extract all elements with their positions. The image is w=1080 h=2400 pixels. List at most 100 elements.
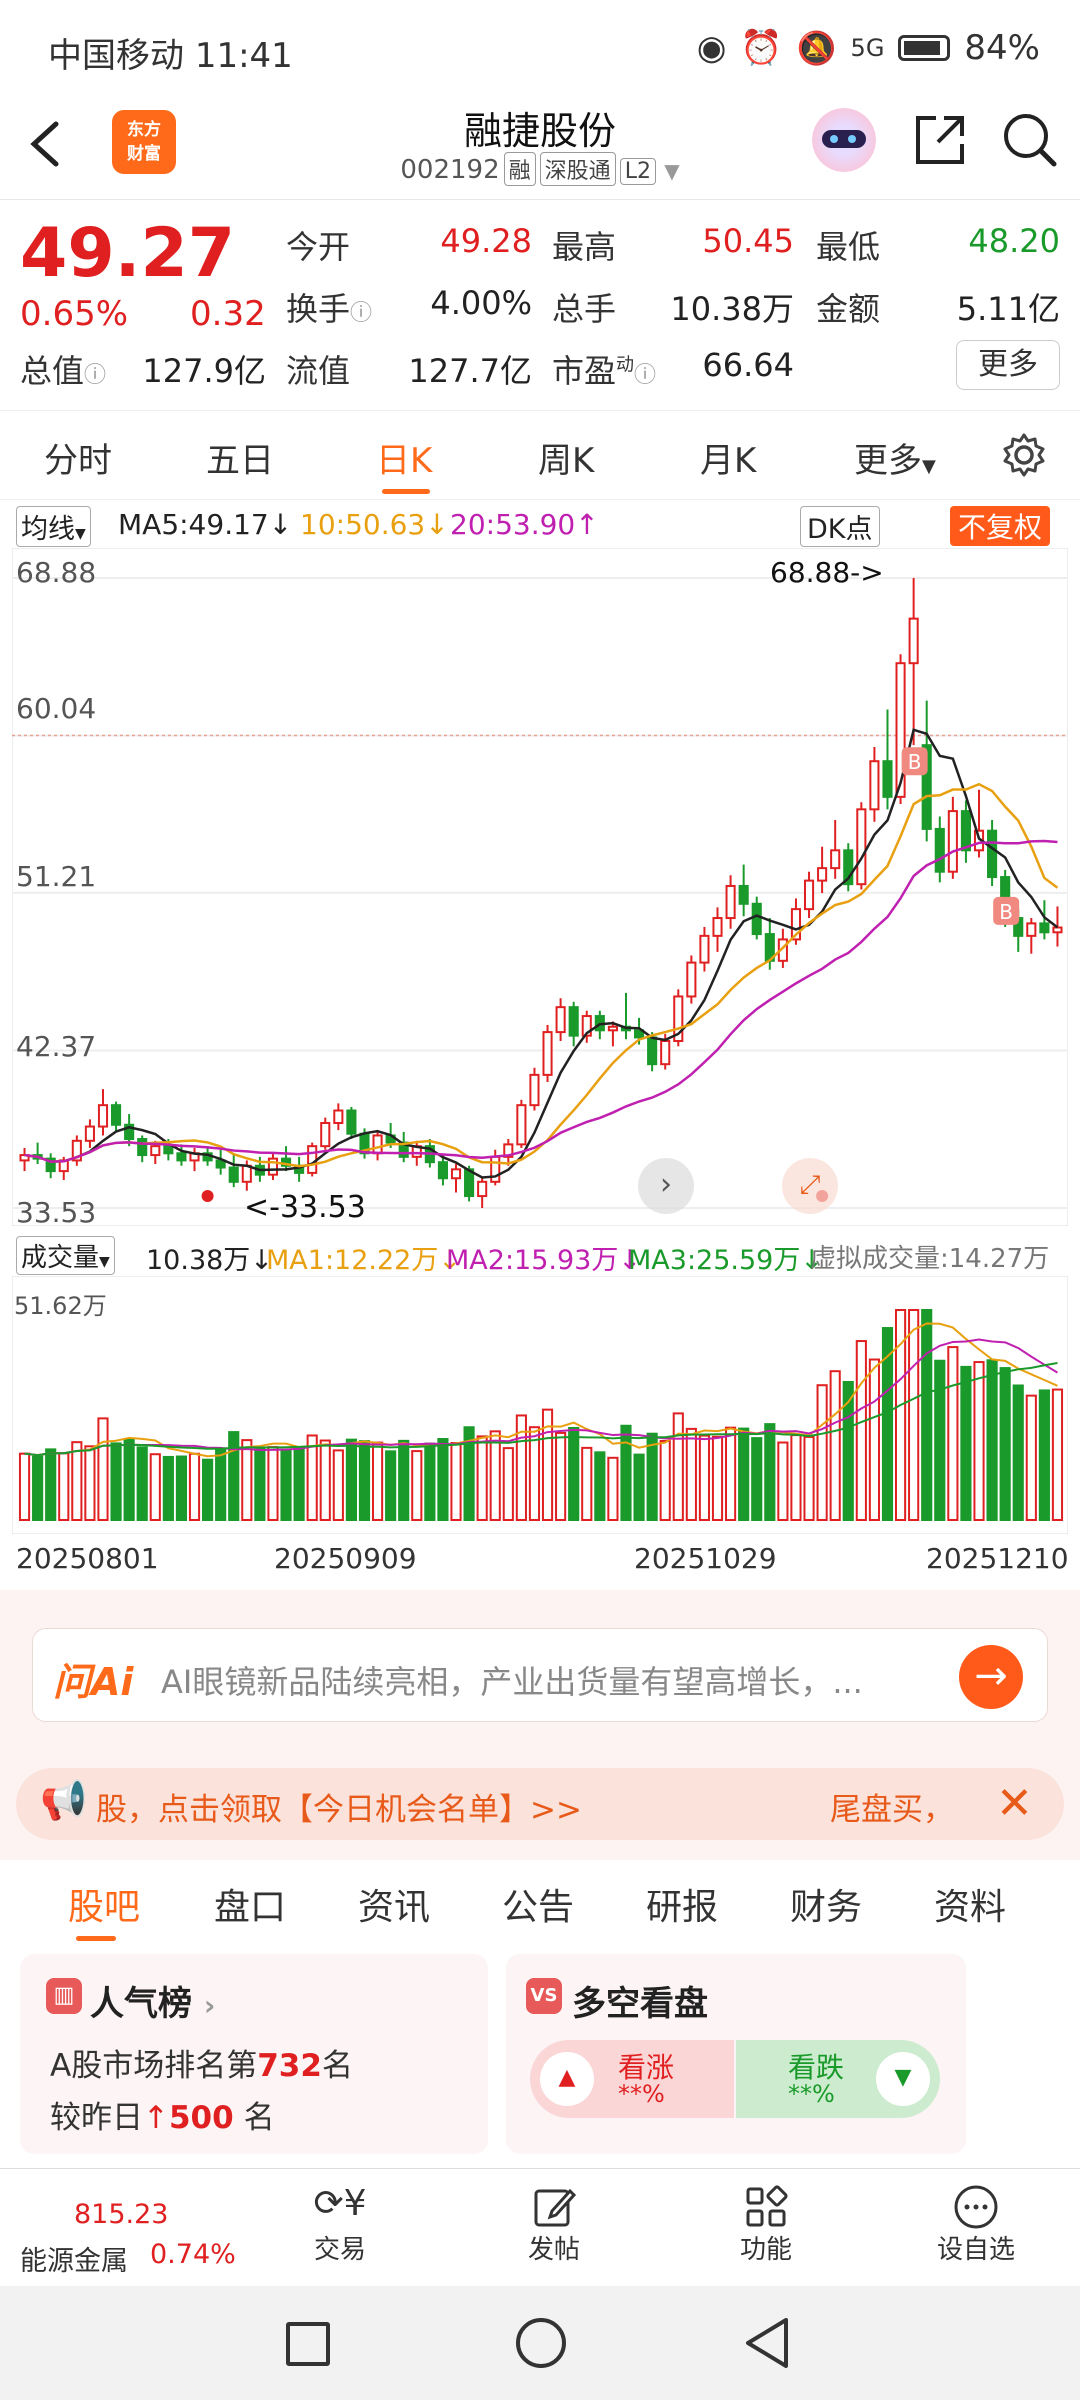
candle-body xyxy=(450,1168,462,1180)
high-value: 50.45 xyxy=(702,222,794,260)
y-label-4: 42.37 xyxy=(16,1030,97,1063)
candle-body xyxy=(751,902,762,936)
expand-icon[interactable]: ⤢ xyxy=(782,1158,838,1214)
amount-label: 金额 xyxy=(816,290,881,328)
candle-body xyxy=(1039,922,1050,934)
tab-research[interactable]: 研报 xyxy=(646,1878,718,1930)
volume-bar xyxy=(633,1453,645,1521)
tab-weekly-k[interactable]: 周K xyxy=(538,433,594,482)
volume-bar xyxy=(568,1426,580,1521)
turnover-label[interactable]: 换手ⓘ xyxy=(286,284,372,330)
bearish-button[interactable]: 看跌 **% ▼ xyxy=(736,2040,940,2118)
candle-body xyxy=(516,1104,527,1146)
date-label: 20250909 xyxy=(274,1542,417,1575)
signal-marker-label: B xyxy=(908,750,922,774)
sector-ticker[interactable]: 815.23 能源金属 0.74% xyxy=(14,2183,236,2279)
tab-news[interactable]: 资讯 xyxy=(358,1878,430,1930)
volume-chart[interactable]: 51.62万 xyxy=(11,1275,1069,1535)
candle-body xyxy=(987,829,998,879)
tab-profile[interactable]: 资料 xyxy=(934,1878,1006,1930)
volume-selector[interactable]: 成交量▼ xyxy=(16,1236,115,1275)
popularity-card[interactable]: ▥ 人气榜 › A股市场排名第732名 较昨日↑500 名 xyxy=(20,1954,488,2154)
share-icon[interactable] xyxy=(908,108,972,172)
volume-bar xyxy=(698,1434,711,1521)
volume-bar xyxy=(228,1431,240,1522)
volume-bar xyxy=(921,1309,933,1521)
tab-intraday[interactable]: 分时 xyxy=(44,433,112,482)
volume-ma2: MA2:15.93万↓ xyxy=(446,1245,641,1276)
ai-logo: 问Ai xyxy=(53,1660,134,1704)
arrow-right-icon[interactable]: → xyxy=(959,1645,1023,1709)
tab-finance[interactable]: 财务 xyxy=(790,1878,862,1930)
more-dots-icon[interactable] xyxy=(952,2183,1000,2231)
tab-notices[interactable]: 公告 xyxy=(502,1878,574,1930)
volume-bar xyxy=(620,1424,632,1521)
close-icon[interactable]: ✕ xyxy=(996,1778,1033,1829)
dk-point-button[interactable]: DK点 xyxy=(800,506,880,547)
promo-banner[interactable]: 📢 股，点击领取【今日机会名单】>> 尾盘买， ✕ xyxy=(16,1768,1064,1840)
grid-icon[interactable] xyxy=(742,2183,790,2231)
k-chart[interactable]: BB 68.88 60.04 51.21 42.37 33.53 68.88->… xyxy=(11,547,1069,1229)
volume-bar xyxy=(1038,1389,1050,1521)
candle-body xyxy=(908,617,919,665)
add-watchlist-button[interactable]: 设自选 xyxy=(916,2229,1036,2266)
recents-icon[interactable] xyxy=(286,2322,330,2366)
tab-monthly-k[interactable]: 月K xyxy=(700,433,756,482)
volume-bar xyxy=(803,1435,815,1521)
volume-bar xyxy=(725,1426,737,1521)
eye-icon: ◉ xyxy=(696,28,727,68)
candle-body xyxy=(111,1104,122,1126)
sentiment-card[interactable]: VS 多空看盘 ▲ 看涨 **% 看跌 **% ▼ xyxy=(506,1954,966,2154)
chevron-right-icon[interactable]: › xyxy=(638,1158,694,1214)
candle-body xyxy=(228,1166,239,1183)
period-tabs: 分时 五日 日K 周K 月K 更多▼ xyxy=(0,410,1080,500)
tab-five-day[interactable]: 五日 xyxy=(206,433,274,482)
ma-legend: 均线▼ MA5:49.17↓ 10:50.63↓ 20:53.90↑ DK点 不… xyxy=(0,500,1080,547)
ma10-value: 10:50.63↓ xyxy=(300,508,449,541)
volume-bar xyxy=(110,1442,122,1521)
edit-icon[interactable] xyxy=(530,2183,578,2231)
volume-bar xyxy=(319,1439,331,1522)
volume-chart-svg[interactable] xyxy=(11,1275,1069,1535)
more-button[interactable]: 更多 xyxy=(956,340,1060,390)
tab-forum[interactable]: 股吧 xyxy=(68,1878,140,1930)
candle-body xyxy=(856,808,867,886)
candle-body xyxy=(137,1138,148,1157)
candle-body xyxy=(607,1025,618,1032)
indicator-selector[interactable]: 均线▼ xyxy=(16,506,91,547)
volume-bar xyxy=(489,1430,501,1521)
adjust-button[interactable]: 不复权 xyxy=(950,506,1051,546)
robot-avatar-icon[interactable] xyxy=(812,108,876,172)
back-nav-icon[interactable] xyxy=(742,2316,792,2370)
triangle-down-icon: ▼ xyxy=(876,2052,930,2106)
k-chart-svg[interactable]: BB xyxy=(11,547,1069,1227)
ai-question-bar[interactable]: 问Ai AI眼镜新品陆续亮相，产业出货量有望高增长，... → xyxy=(32,1628,1048,1722)
candle-body xyxy=(437,1161,448,1180)
home-icon[interactable] xyxy=(516,2318,566,2368)
volume-bar xyxy=(267,1446,279,1521)
post-button[interactable]: 发帖 xyxy=(494,2229,614,2266)
tab-more[interactable]: 更多▼ xyxy=(854,433,936,482)
tab-daily-k[interactable]: 日K xyxy=(376,433,432,482)
candle-body xyxy=(490,1155,501,1183)
turnover-value: 4.00% xyxy=(430,284,532,322)
volume-value: 10.38万 xyxy=(670,290,794,328)
mcap-label[interactable]: 总值ⓘ xyxy=(20,346,106,392)
volume-bar xyxy=(1012,1384,1024,1521)
tab-orderbook[interactable]: 盘口 xyxy=(214,1878,286,1930)
float-label: 流值 xyxy=(286,352,351,390)
trade-button[interactable]: 交易 xyxy=(280,2229,400,2266)
change-value: 0.32 xyxy=(190,294,266,334)
search-icon[interactable] xyxy=(998,108,1062,172)
function-button[interactable]: 功能 xyxy=(706,2229,826,2266)
yen-icon[interactable]: ⟳¥ xyxy=(310,2183,370,2227)
candle-body xyxy=(647,1036,658,1066)
volume-bar xyxy=(254,1448,266,1522)
gear-icon[interactable] xyxy=(1000,431,1048,479)
rank-change-line: 较昨日↑500 名 xyxy=(50,2100,275,2136)
candle-body xyxy=(241,1164,252,1183)
bullish-button[interactable]: ▲ 看涨 **% xyxy=(530,2040,734,2118)
volume-bar xyxy=(1025,1394,1037,1521)
candle-body xyxy=(699,934,710,964)
candle-body xyxy=(1052,926,1063,934)
